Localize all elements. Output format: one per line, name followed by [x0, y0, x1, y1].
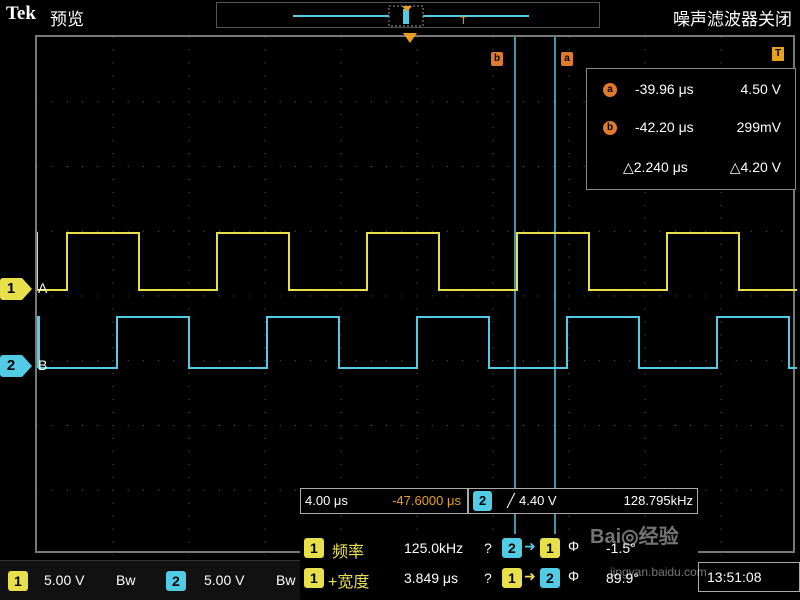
cursor-lines [514, 37, 556, 555]
waveforms [37, 232, 797, 369]
trigger-level: 4.40 V [519, 493, 557, 508]
meas-1-from: 2 [502, 538, 522, 558]
ch1-scale: 5.00 V [44, 572, 85, 588]
cursor-a-value: 4.50 V [740, 81, 781, 97]
trigger-source-badge: 2 [473, 491, 493, 511]
ch2-scale: 5.00 V [204, 572, 245, 588]
ch1-scale-badge: 1 [8, 571, 28, 591]
meas-2-to: 2 [540, 568, 560, 588]
watermark-url: jingyan.baidu.com [610, 565, 707, 579]
arrow-right-icon: ➜ [524, 538, 536, 554]
meas-2-param: Φ [568, 568, 580, 584]
watermark-logo: Bai◎经验 [590, 526, 679, 548]
channel-1-waveform [37, 232, 797, 291]
meas-1-flag: ? [484, 540, 492, 556]
arrow-right-icon: ➜ [524, 568, 536, 584]
cursor-a-time: -39.96 μs [635, 81, 694, 97]
record-position-graphic: T [293, 5, 529, 27]
top-bar: Tek 预览 T 噪声滤波器关闭 [0, 0, 800, 32]
meas-2-source: 1 [304, 568, 324, 588]
cursor-delta-value: △4.20 V [729, 159, 781, 175]
channel-2-letter: B [38, 357, 48, 373]
channel-1-tag: 1 [0, 278, 22, 300]
meas-2-from: 1 [502, 568, 522, 588]
trigger-readout[interactable]: 2 ╱ 4.40 V 128.795kHz [468, 488, 698, 514]
acquisition-status: 预览 [50, 10, 84, 29]
trigger-position-icon [403, 33, 417, 43]
ch1-bandwidth: Bw [116, 572, 136, 588]
cursor-b-row: b -42.20 μs 299mV [587, 119, 797, 139]
ch2-scale-badge: 2 [166, 571, 186, 591]
ch2-bandwidth: Bw [276, 572, 296, 588]
svg-text:T: T [460, 15, 467, 27]
cursor-b-value: 299mV [736, 119, 781, 135]
cursor-readout-panel: a -39.96 μs 4.50 V b -42.20 μs 299mV △2.… [586, 68, 796, 190]
meas-1-source: 1 [304, 538, 324, 558]
cursor-a-marker[interactable]: a [561, 52, 573, 66]
clock: 13:51:08 [698, 562, 800, 592]
trigger-frequency: 128.795kHz [623, 493, 693, 508]
timebase-readout[interactable]: 4.00 μs -47.6000 μs [300, 488, 468, 514]
meas-1-to: 1 [540, 538, 560, 558]
channel-2-waveform [37, 316, 797, 369]
trigger-level-marker[interactable]: T [772, 47, 784, 61]
channel-1-letter: A [38, 280, 48, 296]
cursor-a-icon: a [603, 83, 617, 97]
meas-2-value: 3.849 μs [404, 570, 458, 586]
brand-logo: Tek [6, 3, 36, 24]
cursor-b-marker[interactable]: b [491, 52, 503, 66]
meas-1-param: Φ [568, 538, 580, 554]
timebase-position: -47.6000 μs [392, 493, 461, 508]
vertical-scale-readout[interactable]: 1 5.00 V Bw 2 5.00 V Bw [0, 560, 300, 600]
meas-1-value: 125.0kHz [404, 540, 464, 556]
cursor-delta-row: △2.240 μs △4.20 V [587, 159, 797, 179]
cursor-delta-time: △2.240 μs [623, 159, 688, 175]
meas-2-flag: ? [484, 570, 492, 586]
meas-2-name: +宽度 [328, 574, 370, 591]
channel-2-tag: 2 [0, 355, 22, 377]
record-position-bar[interactable]: T [216, 2, 600, 28]
trigger-slope-icon: ╱ [507, 493, 515, 508]
cursor-b-icon: b [603, 121, 617, 135]
timebase-scale: 4.00 μs [305, 493, 348, 508]
cursor-b-time: -42.20 μs [635, 119, 694, 135]
cursor-a-row: a -39.96 μs 4.50 V [587, 81, 797, 101]
channel-1-marker[interactable]: 1 A [0, 278, 47, 300]
channel-2-marker[interactable]: 2 B [0, 355, 47, 377]
clock-time: 13:51:08 [707, 569, 762, 585]
noise-filter-status: 噪声滤波器关闭 [673, 10, 792, 29]
meas-1-name: 频率 [332, 544, 365, 561]
